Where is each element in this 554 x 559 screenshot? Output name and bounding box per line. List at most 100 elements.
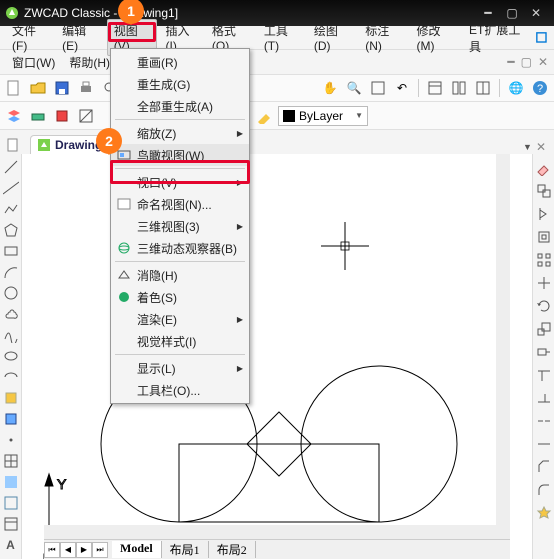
menu-modify[interactable]: 修改(M)	[411, 20, 462, 55]
menu-regen-all[interactable]: 全部重生成(A)	[111, 95, 249, 117]
menu-visual-styles[interactable]: 视觉样式(I)	[111, 330, 249, 352]
circle-tool-icon[interactable]	[2, 284, 20, 302]
menu-window[interactable]: 窗口(W)	[6, 52, 61, 73]
hatch-tool-icon[interactable]	[2, 452, 20, 470]
zoom-prev-icon[interactable]: ↶	[392, 78, 412, 98]
menu-file[interactable]: 文件(F)	[6, 20, 54, 55]
chamfer-tool-icon[interactable]	[534, 457, 554, 477]
ellipsearc-tool-icon[interactable]	[2, 368, 20, 386]
polygon-tool-icon[interactable]	[2, 221, 20, 239]
color-dropdown[interactable]: ByLayer ▼	[278, 106, 368, 126]
open-icon[interactable]	[28, 78, 48, 98]
mdi-minimize-button[interactable]: ━	[507, 55, 514, 69]
layout-tabstrip: ⏮ ◀ ▶ ⏭ Model 布局1 布局2	[44, 539, 510, 559]
drawing-canvas[interactable]: Y X ⏮ ◀ ▶ ⏭ Model 布局1 布局2	[22, 154, 532, 559]
text-tool-icon[interactable]: A	[2, 536, 20, 554]
copy-tool-icon[interactable]	[534, 181, 554, 201]
rotate-tool-icon[interactable]	[534, 296, 554, 316]
menubar: 文件(F) 编辑(E) 视图(V) 插入(I) 格式(O) 工具(T) 绘图(D…	[0, 26, 554, 50]
menu-hide[interactable]: 消隐(H)	[111, 264, 249, 286]
erase-tool-icon[interactable]	[534, 158, 554, 178]
designcenter-icon[interactable]	[449, 78, 469, 98]
mirror-tool-icon[interactable]	[534, 204, 554, 224]
tab-nav-last-icon[interactable]: ⏭	[92, 542, 108, 558]
table-tool-icon[interactable]	[2, 515, 20, 533]
make-block-icon[interactable]	[2, 410, 20, 428]
explode-tool-icon[interactable]	[534, 503, 554, 523]
vertical-scrollbar[interactable]	[496, 154, 510, 525]
mdi-maximize-button[interactable]: ▢	[521, 55, 532, 69]
menu-render[interactable]: 渲染(E)▶	[111, 308, 249, 330]
menu-display[interactable]: 显示(L)▶	[111, 357, 249, 379]
ellipse-tool-icon[interactable]	[2, 347, 20, 365]
insert-block-icon[interactable]	[2, 389, 20, 407]
menu-edit[interactable]: 编辑(E)	[56, 20, 105, 55]
tab-nav-prev-icon[interactable]: ◀	[60, 542, 76, 558]
revcloud-tool-icon[interactable]	[2, 305, 20, 323]
submenu-arrow-icon: ▶	[237, 315, 243, 324]
polyline-tool-icon[interactable]	[2, 200, 20, 218]
array-tool-icon[interactable]	[534, 250, 554, 270]
layout-tab-layout2[interactable]: 布局2	[209, 541, 256, 558]
scale-tool-icon[interactable]	[534, 319, 554, 339]
line-tool-icon[interactable]	[2, 158, 20, 176]
xline-tool-icon[interactable]	[2, 179, 20, 197]
break-tool-icon[interactable]	[534, 411, 554, 431]
menu-named-views[interactable]: 命名视图(N)...	[111, 193, 249, 215]
stretch-tool-icon[interactable]	[534, 342, 554, 362]
window-title: ZWCAD Classic - [Drawing1]	[24, 6, 476, 20]
new-tab-icon[interactable]	[4, 136, 22, 154]
layout-tab-layout1[interactable]: 布局1	[162, 541, 209, 558]
extend-tool-icon[interactable]	[534, 388, 554, 408]
menu-annotate[interactable]: 标注(N)	[359, 20, 408, 55]
menu-help[interactable]: 帮助(H)	[63, 52, 116, 73]
menu-extensions[interactable]: ET扩展工具	[463, 19, 533, 57]
chevron-down-icon: ▼	[355, 111, 363, 120]
gradient-tool-icon[interactable]	[2, 473, 20, 491]
horizontal-scrollbar[interactable]	[44, 525, 510, 539]
spline-tool-icon[interactable]	[2, 326, 20, 344]
mdi-close-button[interactable]: ✕	[538, 55, 548, 69]
menu-shade[interactable]: 着色(S)	[111, 286, 249, 308]
menu-viewport[interactable]: 视口(V)▶	[111, 171, 249, 193]
join-tool-icon[interactable]	[534, 434, 554, 454]
move-tool-icon[interactable]	[534, 273, 554, 293]
tab-nav-first-icon[interactable]: ⏮	[44, 542, 60, 558]
menu-regen[interactable]: 重生成(G)	[111, 73, 249, 95]
fillet-tool-icon[interactable]	[534, 480, 554, 500]
xref-icon[interactable]	[28, 106, 48, 126]
print-icon[interactable]	[76, 78, 96, 98]
new-icon[interactable]	[4, 78, 24, 98]
zoom-realtime-icon[interactable]: 🔍	[344, 78, 364, 98]
zoom-window-icon[interactable]	[368, 78, 388, 98]
menu-zoom[interactable]: 缩放(Z)▶	[111, 122, 249, 144]
rectangle-tool-icon[interactable]	[2, 242, 20, 260]
calculator-icon[interactable]: 🌐	[506, 78, 526, 98]
layout-tab-model[interactable]: Model	[112, 541, 162, 558]
pan-icon[interactable]: ✋	[320, 78, 340, 98]
point-tool-icon[interactable]	[2, 431, 20, 449]
region-tool-icon[interactable]	[2, 494, 20, 512]
menu-tools[interactable]: 工具(T)	[258, 20, 306, 55]
menu-redraw[interactable]: 重画(R)	[111, 51, 249, 73]
arc-tool-icon[interactable]	[2, 263, 20, 281]
menu-3dview[interactable]: 三维视图(3)▶	[111, 215, 249, 237]
tab-nav-next-icon[interactable]: ▶	[76, 542, 92, 558]
menu-3dorbit[interactable]: 三维动态观察器(B)	[111, 237, 249, 259]
block-icon[interactable]	[52, 106, 72, 126]
save-icon[interactable]	[52, 78, 72, 98]
properties-icon[interactable]	[425, 78, 445, 98]
menu-toolbars[interactable]: 工具栏(O)...	[111, 379, 249, 401]
toolpalette-icon[interactable]	[473, 78, 493, 98]
trim-tool-icon[interactable]	[534, 365, 554, 385]
hatch-icon[interactable]	[76, 106, 96, 126]
menu-draw[interactable]: 绘图(D)	[308, 20, 357, 55]
matchprop-icon[interactable]	[254, 106, 274, 126]
tab-close-icon[interactable]: ✕	[536, 140, 546, 154]
offset-tool-icon[interactable]	[534, 227, 554, 247]
help-icon[interactable]: ?	[530, 78, 550, 98]
tab-dropdown-icon[interactable]: ▼	[523, 142, 532, 152]
layer-manager-icon[interactable]	[4, 106, 24, 126]
menu-birdseye[interactable]: 鸟瞰视图(W)	[111, 144, 249, 166]
ribbon-toggle-icon[interactable]	[535, 31, 548, 45]
